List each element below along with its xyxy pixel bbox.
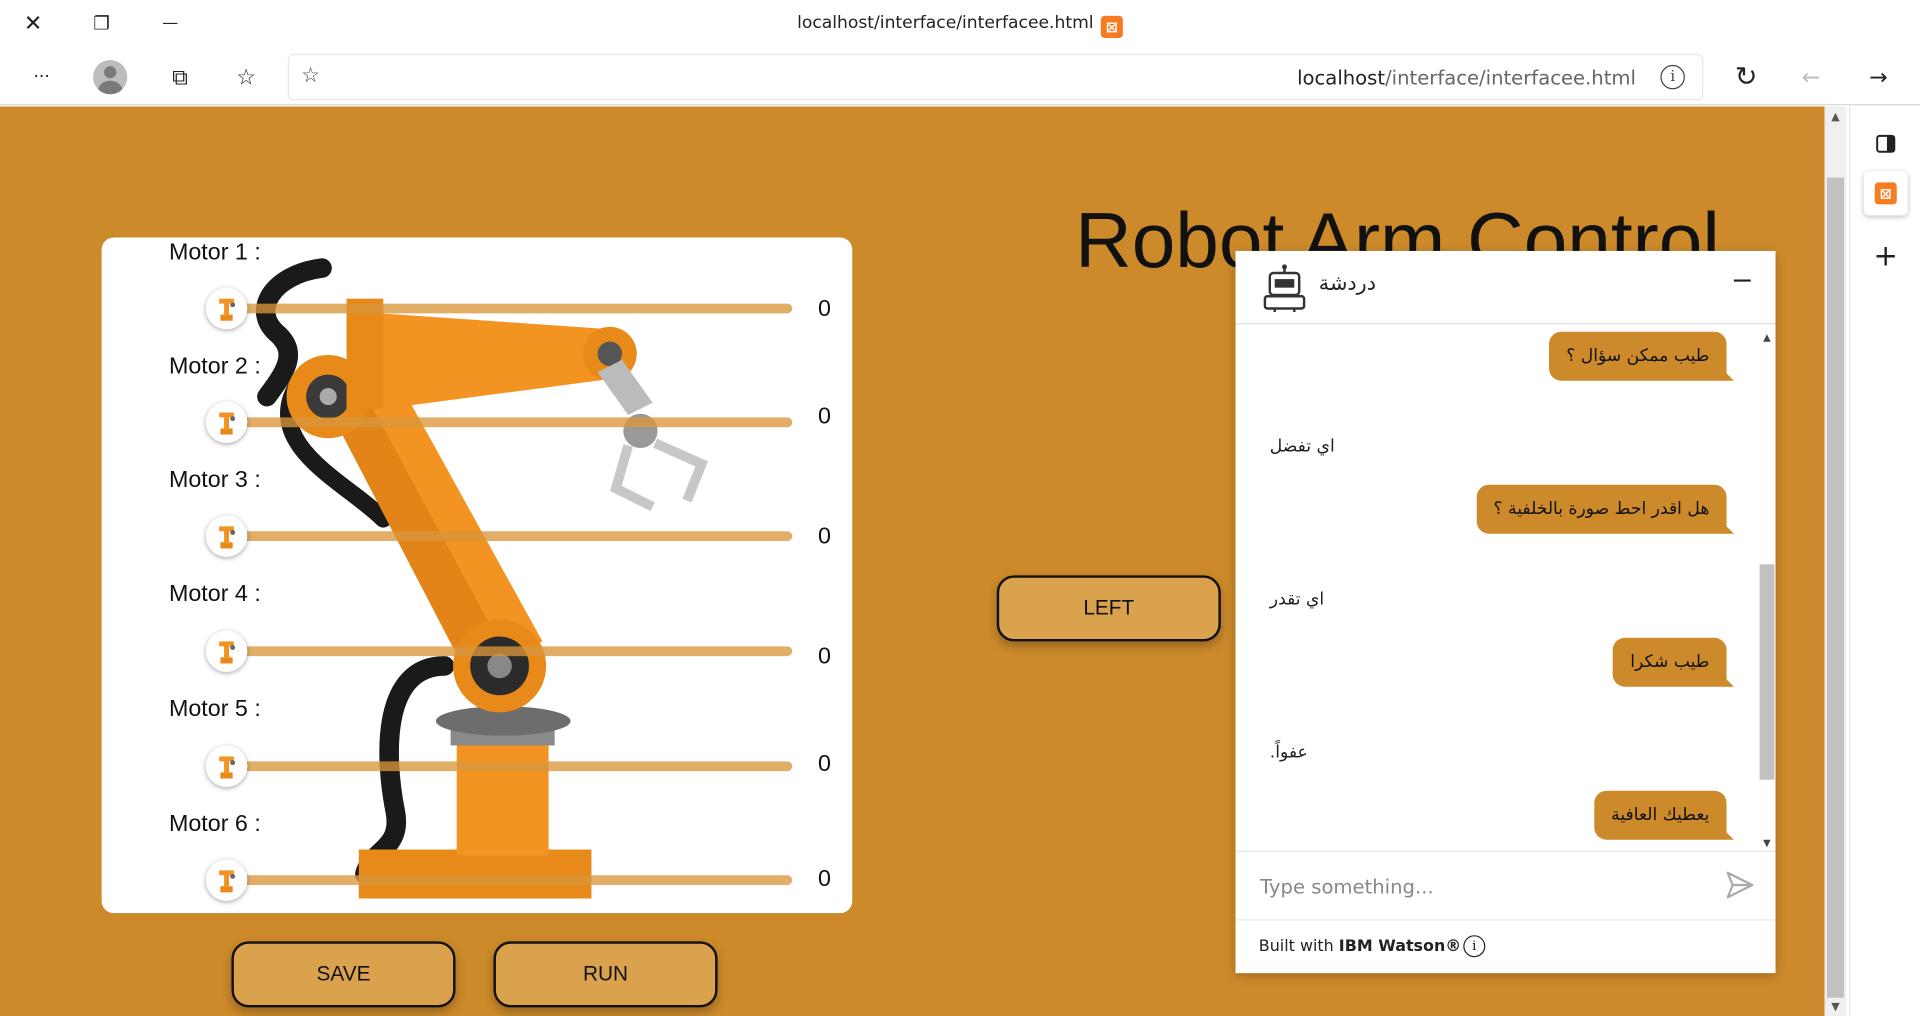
motor-1-value: 0 [817, 296, 831, 322]
site-info-icon[interactable]: i [1660, 64, 1685, 90]
page-scroll-down-icon[interactable]: ▼ [1825, 1001, 1847, 1013]
robot-arm-icon [219, 526, 236, 549]
tab-title: localhost/interface/interfacee.html ⊠ [0, 13, 1920, 38]
chat-message-bot: عفواً. [1269, 743, 1308, 763]
motor-6-label: Motor 6 : [168, 811, 261, 838]
chat-scroll-thumb[interactable] [1759, 564, 1775, 780]
footer-prefix: Built with [1258, 937, 1339, 957]
tab-actions-icon [1876, 134, 1896, 153]
motor-2-slider-thumb[interactable] [205, 401, 248, 444]
minimize-chat-icon[interactable]: − [1731, 266, 1754, 297]
page-scrollbar[interactable]: ▲ ▼ [1824, 106, 1847, 1016]
motor-3-slider-track[interactable] [224, 531, 793, 542]
url-host: localhost [1297, 66, 1386, 90]
ibm-watson-brand: IBM Watson® [1338, 937, 1462, 957]
motor-1-label: Motor 1 : [168, 239, 261, 266]
url-text[interactable]: localhost/interface/interfacee.html [1297, 66, 1636, 89]
more-menu-icon[interactable]: ··· [22, 59, 61, 96]
motor-5-slider-thumb[interactable] [205, 745, 248, 788]
collections-icon[interactable]: ⧉ [160, 59, 199, 96]
robot-arm-icon [219, 412, 236, 435]
scroll-down-icon[interactable]: ▼ [1760, 837, 1775, 848]
chat-input-area [1235, 850, 1776, 920]
page-viewport: Motor 1 : 0 Motor 2 : 0 Motor 3 : 0 Moto… [0, 106, 1825, 1016]
chat-message-bot: اي تفضل [1269, 437, 1335, 457]
sidebar-tabs-icon[interactable] [1864, 121, 1908, 165]
left-button[interactable]: LEFT [996, 575, 1221, 642]
robot-arm-icon [219, 641, 236, 664]
chat-scrollbar[interactable]: ▲ ▼ [1755, 329, 1775, 850]
browser-sidebar: ⊠ + [1848, 106, 1920, 1016]
robot-arm-icon [219, 870, 236, 893]
profile-button[interactable] [91, 59, 130, 96]
chat-message-user: هل اقدر احط صورة بالخلفية ؟ [1476, 484, 1735, 534]
page-scroll-thumb[interactable] [1826, 177, 1845, 998]
favorites-icon[interactable]: ☆ [227, 59, 266, 96]
motor-3-value: 0 [817, 523, 831, 550]
motor-6-slider-thumb[interactable] [205, 859, 248, 901]
motor-1-slider-thumb[interactable] [205, 287, 248, 330]
run-button[interactable]: RUN [493, 941, 718, 1008]
chat-message-input[interactable] [1260, 869, 1701, 904]
robot-avatar-icon [1263, 264, 1306, 313]
chat-title: دردشة [1318, 271, 1376, 297]
page-scroll-up-icon[interactable]: ▲ [1825, 111, 1847, 123]
motor-4-slider-thumb[interactable] [205, 630, 248, 673]
motor-panel: Motor 1 : 0 Motor 2 : 0 Motor 3 : 0 Moto… [101, 237, 853, 914]
chat-message-user: يعطيك العافية [1594, 790, 1735, 840]
chat-footer: Built with IBM Watson® i [1235, 919, 1776, 973]
chat-message-user: طيب ممكن سؤال ؟ [1549, 331, 1734, 381]
motor-5-value: 0 [817, 751, 831, 778]
chat-message-bot: اي تقدر [1269, 590, 1325, 610]
xampp-icon: ⊠ [1874, 182, 1897, 205]
motor-5-label: Motor 5 : [168, 696, 261, 723]
forward-icon[interactable]: → [1859, 59, 1898, 96]
address-bar[interactable]: ☆ localhost/interface/interfacee.html i [288, 55, 1703, 100]
built-with-text: Built with IBM Watson® [1259, 938, 1461, 956]
add-favorite-icon[interactable]: ☆ [301, 64, 320, 88]
save-button[interactable]: SAVE [231, 941, 456, 1008]
xampp-icon: ⊠ [1100, 15, 1123, 38]
tab-title-text: localhost/interface/interfacee.html [797, 13, 1094, 34]
scroll-up-icon[interactable]: ▲ [1760, 332, 1775, 343]
motor-4-value: 0 [817, 643, 831, 670]
sidebar-xampp-button[interactable]: ⊠ [1863, 171, 1908, 216]
chat-widget: دردشة − طيب ممكن سؤال ؟ اي تفضل هل اقدر … [1235, 250, 1776, 974]
motor-3-slider-thumb[interactable] [205, 515, 248, 557]
motor-6-value: 0 [817, 866, 831, 893]
sidebar-add-icon[interactable]: + [1864, 234, 1908, 278]
chat-messages: طيب ممكن سؤال ؟ اي تفضل هل اقدر احط صورة… [1236, 324, 1776, 850]
motor-5-slider-track[interactable] [224, 761, 793, 772]
motor-3-label: Motor 3 : [168, 467, 261, 494]
motor-1-slider-track[interactable] [224, 303, 793, 314]
motor-2-slider-track[interactable] [224, 417, 793, 428]
back-icon[interactable]: ← [1791, 59, 1830, 96]
info-icon[interactable]: i [1463, 935, 1486, 958]
motor-2-label: Motor 2 : [168, 353, 261, 380]
motor-6-slider-track[interactable] [224, 875, 793, 886]
browser-toolbar: ··· ⧉ ☆ ☆ localhost/interface/interfacee… [0, 48, 1920, 106]
avatar [93, 59, 128, 95]
window-titlebar: ✕ ❐ — localhost/interface/interfacee.htm… [0, 0, 1920, 49]
motor-4-slider-track[interactable] [224, 646, 793, 657]
url-path: /interface/interfacee.html [1385, 66, 1636, 90]
chat-message-user: طيب شكرا [1613, 637, 1734, 687]
robot-arm-icon [219, 756, 236, 779]
motor-2-value: 0 [817, 403, 831, 430]
refresh-icon[interactable]: ↻ [1727, 59, 1766, 96]
send-icon[interactable] [1724, 869, 1756, 901]
chat-header: دردشة − [1235, 251, 1776, 325]
motor-4-label: Motor 4 : [168, 581, 261, 608]
robot-arm-icon [219, 298, 236, 321]
